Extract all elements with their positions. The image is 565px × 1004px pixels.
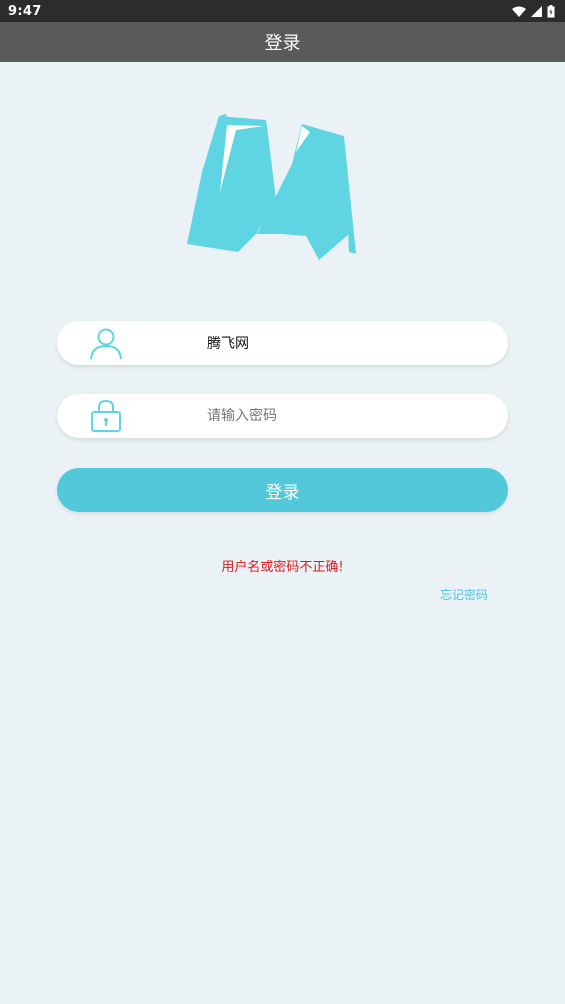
username-field xyxy=(57,321,508,365)
wifi-icon xyxy=(512,6,526,17)
status-bar: 9:47 xyxy=(0,0,565,22)
status-icons xyxy=(512,4,555,18)
password-input[interactable] xyxy=(207,394,487,438)
forgot-password-link[interactable]: 忘记密码 xyxy=(440,586,500,603)
username-input[interactable] xyxy=(207,321,487,365)
title-bar: 登录 xyxy=(0,22,565,62)
lock-icon xyxy=(91,399,121,432)
status-time: 9:47 xyxy=(8,3,42,19)
page-title: 登录 xyxy=(264,33,301,54)
app-logo xyxy=(187,114,356,260)
signal-icon xyxy=(531,5,542,17)
password-field xyxy=(57,394,508,438)
error-message: 用户名或密码不正确! xyxy=(221,560,344,575)
login-button[interactable]: 登录 xyxy=(57,468,508,512)
battery-icon xyxy=(547,4,555,17)
user-icon xyxy=(90,328,122,360)
